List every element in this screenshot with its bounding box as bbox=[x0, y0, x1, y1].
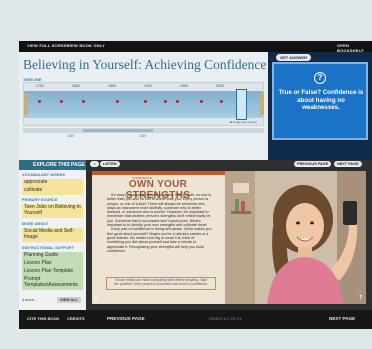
timeline-event-marker[interactable] bbox=[82, 100, 85, 103]
timeline-scroll-thumb[interactable] bbox=[83, 129, 153, 132]
timeline-event-marker[interactable] bbox=[220, 100, 223, 103]
page-background: VIEW FULL SCREEN VIEW BOOK ONLY OPEN BOO… bbox=[0, 0, 372, 349]
page-indicator: PAGES 6-7 OF 21 bbox=[209, 316, 242, 321]
book-title: Believing in Yourself: Achieving Confide… bbox=[23, 57, 267, 72]
previous-page-button-top[interactable]: PREVIOUS PAGE bbox=[294, 161, 332, 167]
sidebar-body: VOCABULARY WORDS appreciate cultivate PR… bbox=[19, 170, 86, 310]
timeline-event-marker[interactable] bbox=[164, 100, 167, 103]
timeline-event-marker[interactable] bbox=[116, 100, 119, 103]
page-body: It's easy to compare yourself to others.… bbox=[107, 193, 212, 253]
support-item[interactable]: Planning Guide bbox=[22, 252, 83, 260]
timeline[interactable]: 1750 1800 1850 1900 1950 2000 ■ Today (s… bbox=[23, 82, 264, 126]
ebook-reader-app: VIEW FULL SCREEN VIEW BOOK ONLY OPEN BOO… bbox=[19, 41, 372, 329]
page-number: 7 bbox=[359, 295, 362, 301]
girl-taking-selfie-image bbox=[225, 171, 366, 304]
paragraph: A key part of confidence is being self-a… bbox=[107, 227, 212, 253]
timeline-year: 1850 bbox=[108, 84, 116, 88]
timeline-event-marker[interactable] bbox=[60, 100, 63, 103]
credits-button[interactable]: CREDITS bbox=[67, 316, 85, 321]
timeline-event-marker[interactable] bbox=[144, 100, 147, 103]
timeline-bottom-year: 1900 bbox=[67, 134, 75, 138]
timeline-bottom-year: 2000 bbox=[139, 134, 147, 138]
paragraph: It's easy to compare yourself to others.… bbox=[107, 193, 212, 228]
vocab-item[interactable]: cultivate bbox=[22, 187, 83, 195]
view-book-only-button[interactable]: VIEW BOOK ONLY bbox=[67, 43, 105, 48]
right-page: 7 bbox=[225, 171, 366, 304]
primary-source-item[interactable]: Teen Jobs on Believing in Yourself bbox=[22, 204, 83, 218]
timeline-year: 1900 bbox=[144, 84, 152, 88]
timeline-event-marker[interactable] bbox=[38, 100, 41, 103]
bottom-toolbar: CITE THIS BOOK CREDITS PREVIOUS PAGE PAG… bbox=[19, 310, 372, 329]
explore-sidebar: EXPLORE THIS PAGE VOCABULARY WORDS appre… bbox=[19, 160, 86, 310]
view-all-button[interactable]: VIEW ALL bbox=[57, 297, 81, 303]
page-accent-bar bbox=[92, 171, 225, 175]
previous-page-button[interactable]: PREVIOUS PAGE bbox=[107, 316, 145, 321]
vocab-item[interactable]: appreciate bbox=[22, 179, 83, 187]
page-number: 6 bbox=[95, 295, 98, 301]
timeline-legend: ■ Today (see below) bbox=[230, 120, 257, 124]
more-link[interactable]: 4 more... bbox=[22, 298, 37, 302]
book-header: Believing in Yourself: Achieving Confide… bbox=[19, 52, 268, 160]
left-page: CONFIDENCE OWN YOUR STRENGTHS It's easy … bbox=[92, 171, 225, 304]
view-full-screen-button[interactable]: VIEW FULL SCREEN bbox=[27, 43, 69, 48]
reader-nav: ♫ LISTEN PREVIOUS PAGE NEXT PAGE bbox=[86, 160, 372, 169]
question-mark-icon: ? bbox=[314, 72, 326, 84]
book-reader: ♫ LISTEN PREVIOUS PAGE NEXT PAGE CONFIDE… bbox=[86, 160, 372, 310]
support-item[interactable]: Lesson Plan bbox=[22, 260, 83, 268]
timeline-scrollbar[interactable] bbox=[23, 128, 264, 133]
timeline-year: 1800 bbox=[72, 84, 80, 88]
question-card[interactable]: ? True or False? Confidence is about hav… bbox=[272, 62, 368, 140]
next-page-button-top[interactable]: NEXT PAGE bbox=[334, 161, 362, 167]
timeline-year: 2000 bbox=[216, 84, 224, 88]
question-text: True or False? Confidence is about havin… bbox=[278, 89, 364, 112]
support-item[interactable]: Lesson Plan Template bbox=[22, 268, 83, 276]
section-instructional-support: INSTRUCTIONAL SUPPORT bbox=[22, 246, 74, 250]
timeline-current-selection[interactable] bbox=[236, 89, 247, 120]
section-more-about: MORE ABOUT bbox=[22, 222, 49, 226]
timeline-band bbox=[24, 91, 263, 118]
listen-button[interactable]: LISTEN bbox=[100, 161, 120, 167]
timeline-event-marker[interactable] bbox=[176, 100, 179, 103]
section-primary-source: PRIMARY SOURCE bbox=[22, 198, 58, 202]
timeline-year: 1750 bbox=[36, 84, 44, 88]
get-answer-button[interactable]: GET ANSWER bbox=[276, 54, 311, 61]
timeline-right-handle[interactable] bbox=[260, 93, 264, 115]
headphones-icon[interactable]: ♫ bbox=[90, 161, 99, 167]
support-item[interactable]: Prompt Templates/Assessments bbox=[22, 276, 83, 290]
cite-this-book-button[interactable]: CITE THIS BOOK bbox=[27, 316, 59, 321]
section-vocabulary: VOCABULARY WORDS bbox=[22, 173, 66, 177]
top-toolbar: VIEW FULL SCREEN VIEW BOOK ONLY OPEN BOO… bbox=[19, 41, 372, 53]
timeline-event-marker[interactable] bbox=[200, 100, 203, 103]
callout-box: Social media can make comparing with oth… bbox=[106, 277, 216, 290]
get-answer-panel: GET ANSWER ? True or False? Confidence i… bbox=[268, 52, 372, 160]
next-page-button[interactable]: NEXT PAGE bbox=[329, 316, 355, 321]
timeline-left-handle[interactable] bbox=[24, 93, 28, 115]
timeline-year: 1950 bbox=[180, 84, 188, 88]
more-about-item[interactable]: Social Media and Self-Image bbox=[22, 228, 83, 242]
sidebar-header: EXPLORE THIS PAGE bbox=[19, 160, 86, 170]
